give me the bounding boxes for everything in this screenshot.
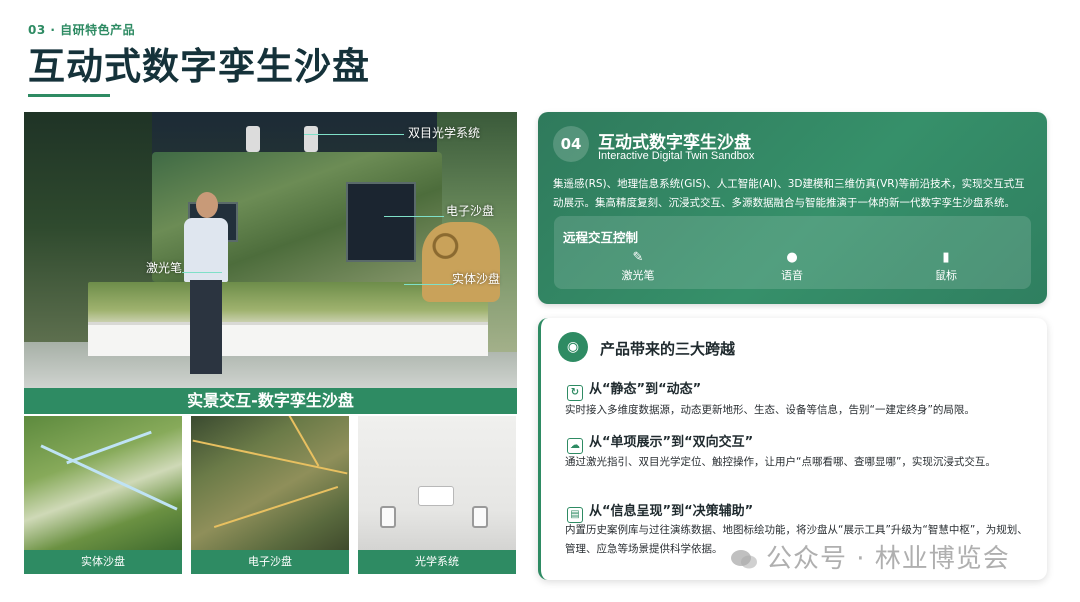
watermark: 公众号 · 林业博览会 [730,538,1010,575]
callout-physical: 实体沙盘 [452,272,501,286]
thumbnail-caption: 光学系统 [358,550,516,574]
remote-item-label: 鼠标 [935,269,957,282]
camera-device-icon [246,126,260,152]
camera-icon [472,506,488,528]
benefit-text: 实时接入多维度数据源，动态更新地形、生态、设备等信息，告别“一建定终身”的局限。 [565,404,975,416]
mouse-icon: ▮ [942,250,950,265]
benefit-heading: ▤ 从“信息呈现”到“决策辅助” [567,500,753,523]
callout-line [384,216,444,217]
product-description: 集遥感(RS)、地理信息系统(GIS)、人工智能(AI)、3D建模和三维仿真(V… [553,178,1025,209]
microphone-icon: ● [786,250,798,265]
title-underline [28,94,110,97]
remote-item-label: 激光笔 [621,269,655,282]
product-number-badge: 04 [553,126,589,162]
leopard-figure [422,222,500,302]
refresh-icon: ↻ [567,385,583,401]
remote-control-title: 远程交互控制 [563,230,639,245]
benefit-heading: ☁ 从“单项展示”到“双向交互” [567,431,753,454]
page-title: 互动式数字孪生沙盘 [28,45,370,88]
display-screen [346,182,416,262]
callout-line [182,272,222,273]
sandbox-base [88,322,488,356]
projector-icon [418,486,454,506]
presenter-figure [184,192,228,382]
remote-item-mouse: ▮ 鼠标 [906,249,986,283]
benefit-heading: ↻ 从“静态”到“动态” [567,378,701,401]
hero-caption: 实景交互-数字孪生沙盘 [24,388,517,414]
remote-item-label: 语音 [781,269,803,282]
remote-item-voice: ● 语音 [752,249,832,283]
callout-line [404,284,454,285]
benefits-title: 产品带来的三大跨越 [600,340,736,358]
remote-control-panel: 远程交互控制 ✎ 激光笔 ● 语音 ▮ 鼠标 [554,216,1031,289]
cloud-icon: ☁ [567,438,583,454]
camera-icon [380,506,396,528]
watermark-text: 公众号 · 林业博览会 [766,544,1010,574]
thumbnail-caption: 电子沙盘 [191,550,349,574]
camera-device-icon [304,126,318,152]
remote-item-laser: ✎ 激光笔 [598,249,678,283]
thumbnail-optical-system [358,416,516,550]
product-card: 04 互动式数字孪生沙盘 Interactive Digital Twin Sa… [538,112,1047,304]
callout-binocular: 双目光学系统 [408,126,481,140]
callout-laser: 激光笔 [146,261,183,275]
laser-pen-icon: ✎ [632,250,644,265]
product-subtitle: Interactive Digital Twin Sandbox [598,150,755,162]
hero-photo: 双目光学系统 电子沙盘 激光笔 实体沙盘 [24,112,517,388]
thumbnail-physical-sandbox [24,416,182,550]
thumbnail-caption: 实体沙盘 [24,550,182,574]
wechat-icon [731,550,757,569]
robot-icon: ◉ [558,332,588,362]
thumbnail-electronic-sandbox [191,416,349,550]
callout-line [304,134,404,135]
benefit-text: 通过激光指引、双目光学定位、触控操作，让用户“点哪看哪、查哪显哪”，实现沉浸式交… [565,456,996,468]
callout-electronic: 电子沙盘 [446,204,495,218]
